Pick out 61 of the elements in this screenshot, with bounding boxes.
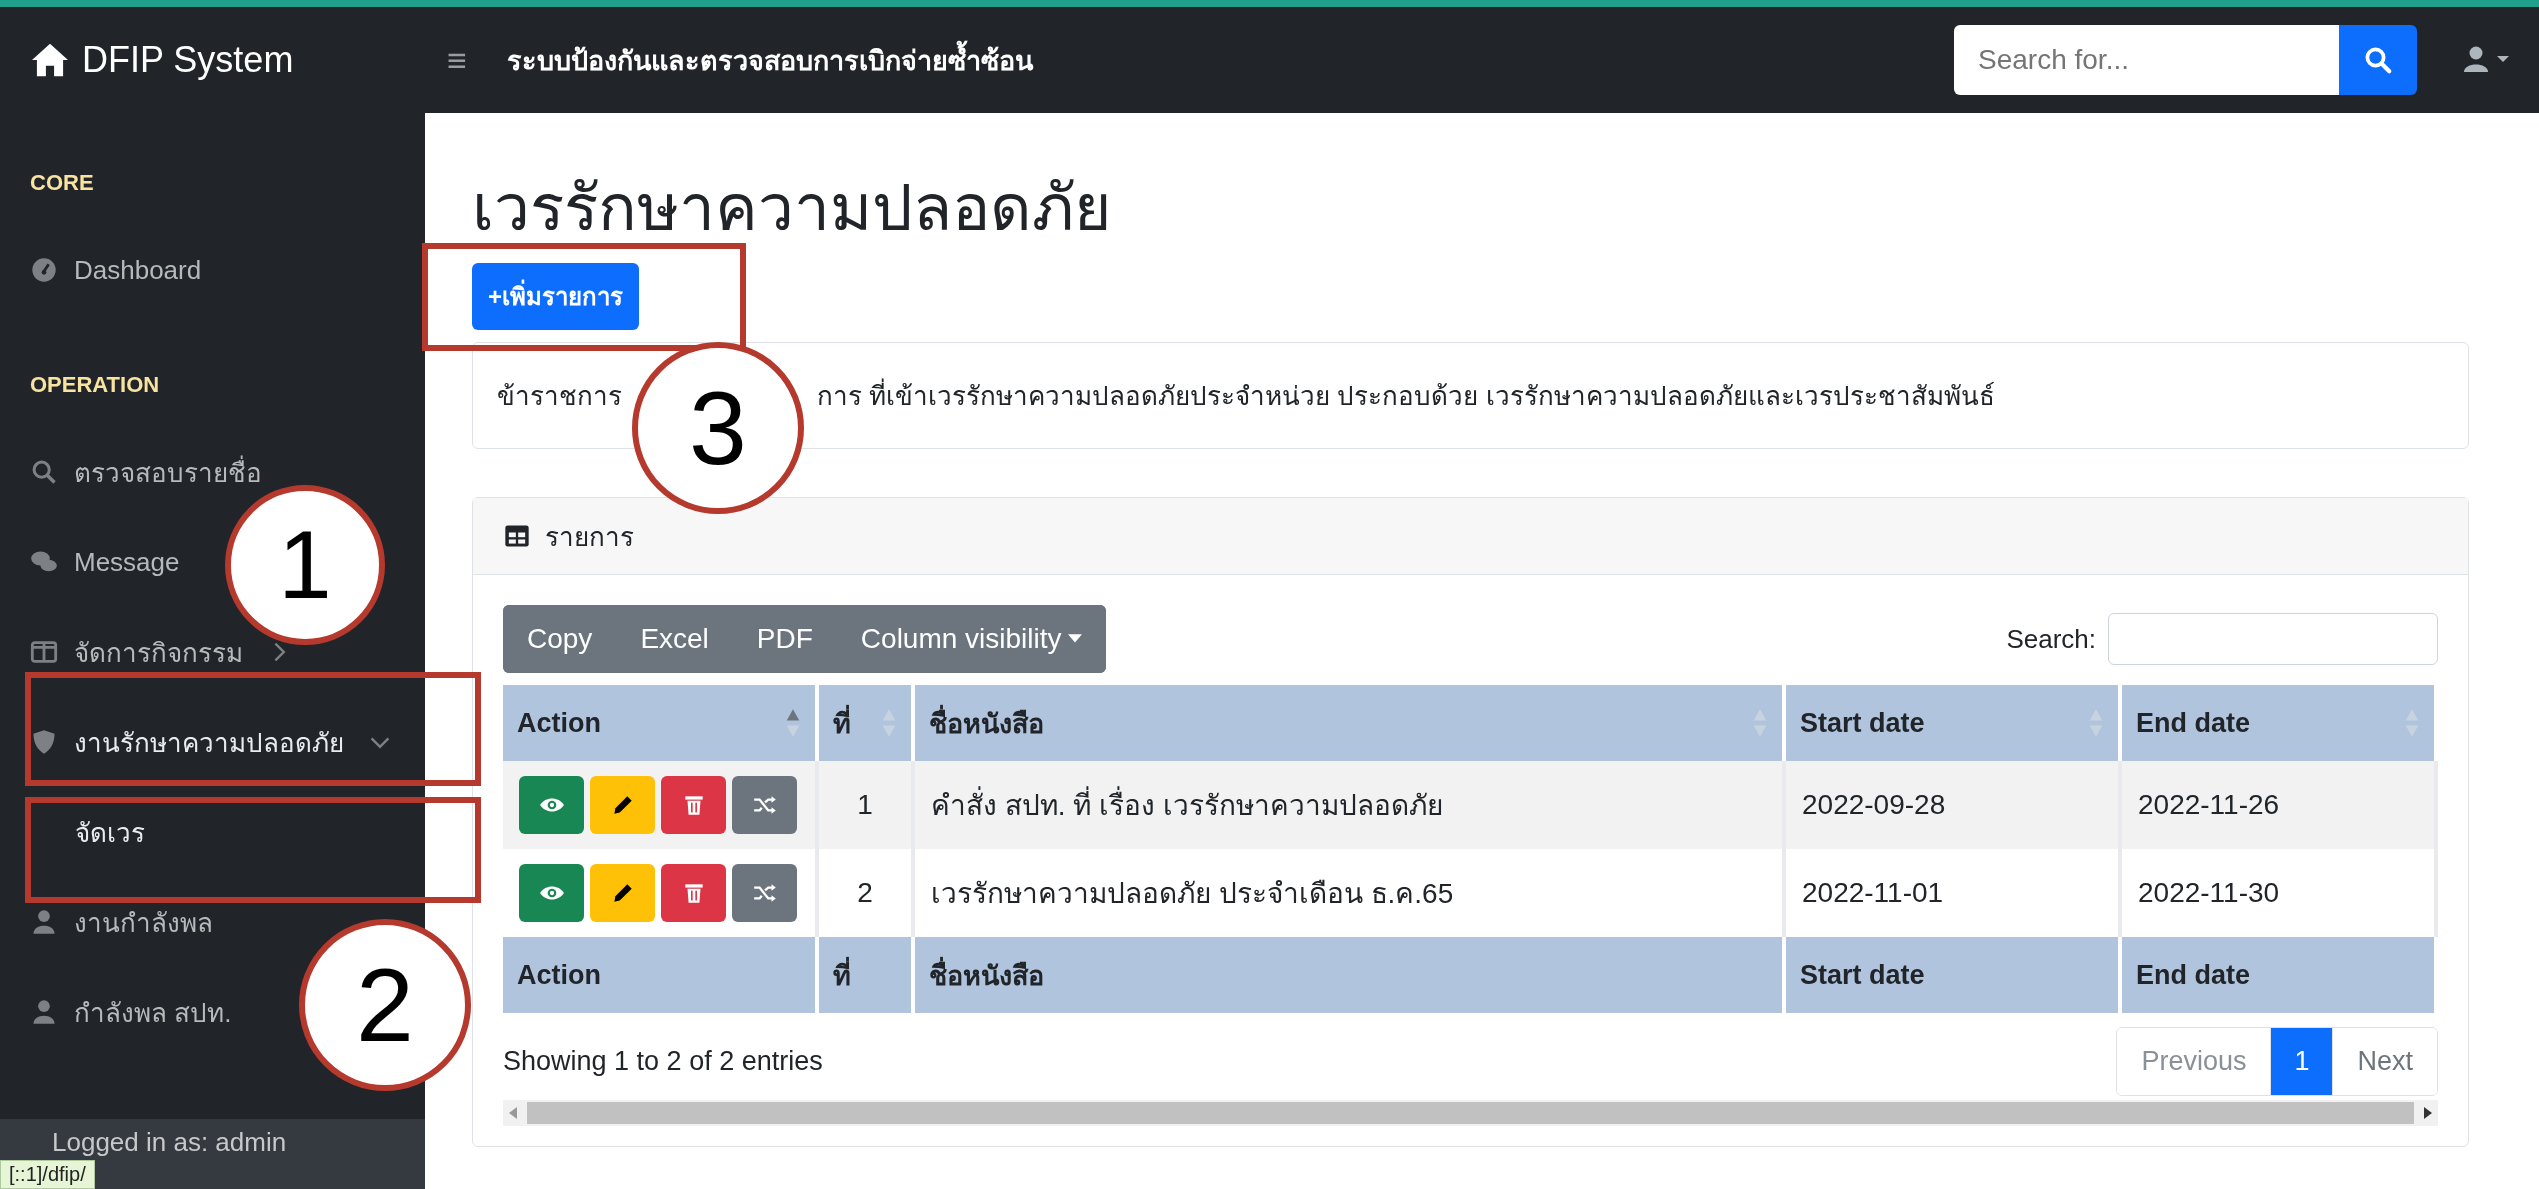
table-cell: 2022-11-26 bbox=[2120, 761, 2436, 850]
caret-icon bbox=[1067, 634, 1082, 645]
shuffle-button[interactable] bbox=[732, 776, 797, 835]
delete-button[interactable] bbox=[661, 776, 726, 835]
status-url: [::1]/dfip/ bbox=[0, 1160, 95, 1189]
column-header[interactable]: ชื่อหนังสือ bbox=[913, 685, 1784, 762]
sidebar-item[interactable]: กำลังพล สปท. bbox=[30, 991, 232, 1033]
column-footer: Start date bbox=[1784, 937, 2120, 1014]
table-search-field[interactable] bbox=[2108, 613, 2438, 666]
sidebar-item-label: Dashboard bbox=[74, 254, 202, 286]
card-title: รายการ bbox=[545, 520, 634, 554]
sidebar-heading: CORE bbox=[29, 169, 95, 197]
search-label: Search: bbox=[2006, 623, 2096, 655]
column-header[interactable]: End date bbox=[2120, 685, 2436, 762]
pagination-button[interactable]: 1 bbox=[2270, 1028, 2333, 1096]
table-cell: คำสั่ง สปท. ที่ เรื่อง เวรรักษาความปลอดภัย bbox=[913, 761, 1784, 850]
sidebar-item[interactable]: Dashboard bbox=[30, 254, 202, 286]
view-button[interactable] bbox=[519, 864, 584, 923]
view-button[interactable] bbox=[519, 776, 584, 835]
search-icon bbox=[30, 458, 58, 486]
search-button[interactable] bbox=[2339, 25, 2417, 95]
sidebar-item-label: กำลังพล สปท. bbox=[74, 996, 232, 1030]
entries-info: Showing 1 to 2 of 2 entries bbox=[503, 1046, 823, 1078]
column-header[interactable]: Start date bbox=[1784, 685, 2120, 762]
brand-link[interactable]: DFIP System bbox=[82, 39, 294, 81]
table-cell: 1 bbox=[817, 761, 913, 850]
logged-in-text: Logged in as: admin bbox=[52, 1127, 287, 1157]
column-footer: ชื่อหนังสือ bbox=[913, 937, 1784, 1014]
scrollbar-thumb[interactable] bbox=[527, 1102, 2414, 1125]
edit-button[interactable] bbox=[590, 776, 655, 835]
column-footer: End date bbox=[2120, 937, 2436, 1014]
sidebar-item[interactable]: งานกำลังพล bbox=[30, 901, 213, 943]
home-icon bbox=[30, 42, 70, 78]
menu-toggle-button[interactable]: ≡ bbox=[437, 40, 477, 80]
delete-button[interactable] bbox=[661, 864, 726, 923]
search-field[interactable]: Search for... bbox=[1954, 25, 2339, 95]
shuffle-button[interactable] bbox=[732, 864, 797, 923]
sidebar-item[interactable]: งานรักษาความปลอดภัย bbox=[30, 721, 392, 763]
column-header[interactable]: Action bbox=[503, 685, 817, 762]
gauge-icon bbox=[30, 256, 58, 284]
sidebar-item-label: Message bbox=[74, 546, 180, 578]
column-footer: ที่ bbox=[817, 937, 913, 1014]
search-icon bbox=[2363, 45, 2393, 75]
pagination-button[interactable]: Next bbox=[2332, 1028, 2437, 1096]
description-text: ข้าราชการ bbox=[497, 380, 622, 414]
description-text: การ ที่เข้าเวรรักษาความปลอดภัยประจำหน่วย ประกอบด้วย เวรรักษาความปลอดภัยและเวรประชาสัมพันธ์ bbox=[817, 375, 1995, 417]
app-title: ระบบป้องกันและตรวจสอบการเบิกจ่ายซ้ำซ้อน bbox=[506, 38, 1033, 82]
column-header[interactable]: ที่ bbox=[817, 685, 913, 762]
sidebar-item[interactable]: Message bbox=[30, 546, 180, 578]
sidebar-item-label: งานรักษาความปลอดภัย bbox=[74, 726, 344, 760]
page-heading: เวรรักษาความปลอดภัย bbox=[472, 173, 1113, 244]
edit-button[interactable] bbox=[590, 864, 655, 923]
sidebar-subitem[interactable]: จัดเวร bbox=[75, 811, 145, 853]
add-item-button[interactable]: +เพิ่มรายการ bbox=[472, 263, 639, 331]
horizontal-scrollbar[interactable] bbox=[503, 1100, 2438, 1127]
sidebar-item-label: งานกำลังพล bbox=[74, 906, 213, 940]
table-cell: 2022-09-28 bbox=[1784, 761, 2120, 850]
column-footer: Action bbox=[503, 937, 817, 1014]
annotation-number: 3 bbox=[632, 342, 804, 514]
columns-icon bbox=[30, 638, 58, 666]
sidebar-heading: OPERATION bbox=[29, 371, 161, 399]
